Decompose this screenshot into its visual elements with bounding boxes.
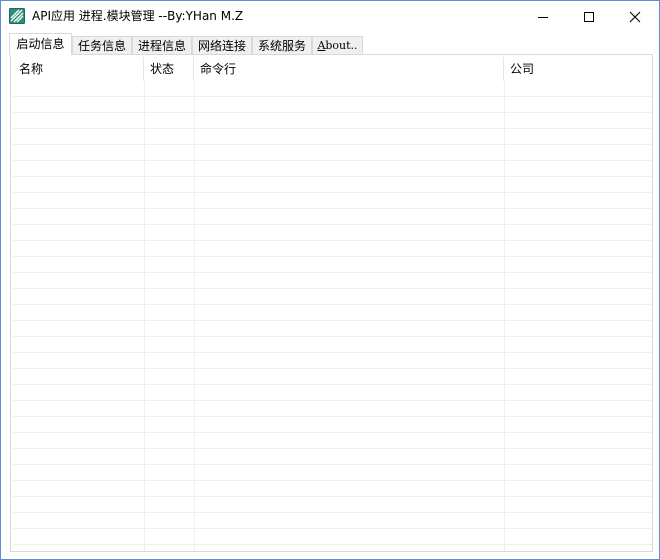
- tab-process-info[interactable]: 进程信息: [132, 36, 192, 54]
- tab-about[interactable]: About..: [312, 36, 363, 54]
- tab-panel: 名称 状态 命令行 公司: [10, 54, 653, 552]
- tab-network-connections[interactable]: 网络连接: [192, 36, 252, 54]
- minimize-button[interactable]: [520, 1, 566, 32]
- tab-startup-info[interactable]: 启动信息: [9, 33, 72, 55]
- about-label-rest: bout..: [325, 39, 358, 52]
- column-header-status[interactable]: 状态: [144, 57, 194, 81]
- column-divider: [144, 81, 145, 551]
- window-title: API应用 进程.模块管理 --By:YHan M.Z: [32, 9, 244, 23]
- tab-task-info[interactable]: 任务信息: [72, 36, 132, 54]
- tab-system-services[interactable]: 系统服务: [252, 36, 312, 54]
- startup-list-view[interactable]: 名称 状态 命令行 公司: [13, 57, 652, 551]
- maximize-icon: [584, 11, 594, 22]
- app-icon: [9, 8, 25, 24]
- close-icon: [629, 11, 641, 22]
- maximize-button[interactable]: [566, 1, 612, 32]
- main-window: API应用 进程.模块管理 --By:YHan M.Z 启动信息 任务信息 进程…: [0, 0, 660, 560]
- minimize-icon: [538, 16, 548, 18]
- column-header-company[interactable]: 公司: [504, 57, 652, 81]
- close-button[interactable]: [612, 1, 658, 32]
- column-header-name[interactable]: 名称: [13, 57, 144, 81]
- column-divider: [194, 81, 195, 551]
- list-rows-area[interactable]: [13, 81, 652, 551]
- column-divider: [504, 81, 505, 551]
- tab-bar: 启动信息 任务信息 进程信息 网络连接 系统服务 About..: [9, 33, 653, 55]
- column-header-command-line[interactable]: 命令行: [194, 57, 504, 81]
- title-bar[interactable]: API应用 进程.模块管理 --By:YHan M.Z: [1, 1, 659, 32]
- list-header: 名称 状态 命令行 公司: [13, 57, 652, 81]
